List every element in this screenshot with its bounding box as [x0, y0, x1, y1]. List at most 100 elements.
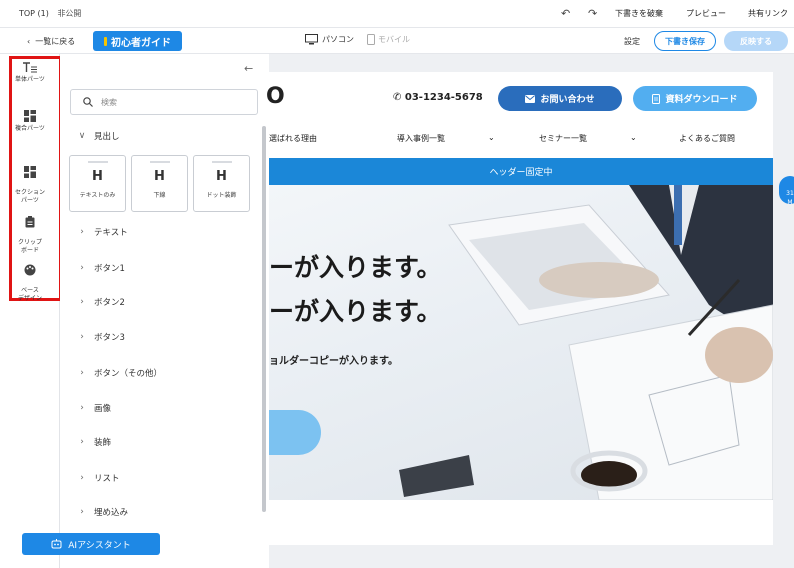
- discard-draft-button[interactable]: 下書きを破棄: [615, 8, 663, 19]
- beginner-guide-button[interactable]: 初心者ガイド: [93, 31, 182, 51]
- chevron-down-icon: ∨: [78, 131, 86, 141]
- chevron-down-icon[interactable]: ⌄: [488, 133, 495, 142]
- phone-number-text: 03-1234-5678: [404, 92, 483, 103]
- panel-scrollbar[interactable]: [262, 126, 266, 512]
- phone-number: ✆ 03-1234-5678: [393, 92, 483, 103]
- category-text[interactable]: › テキスト: [78, 226, 128, 238]
- heading-part-dot-decoration[interactable]: H ドット装飾: [193, 155, 250, 212]
- category-button-other[interactable]: › ボタン（その他）: [78, 367, 162, 379]
- nav-item-case-studies[interactable]: 導入事例一覧: [397, 133, 445, 144]
- search-icon: [83, 97, 93, 107]
- settings-button[interactable]: 設定: [624, 36, 640, 47]
- rail-item-label: セクション パーツ: [14, 189, 45, 204]
- card-caption: 下線: [153, 192, 166, 199]
- search-placeholder: 検索: [101, 97, 117, 107]
- hero-cta-button[interactable]: [269, 410, 321, 455]
- hero-photo-illustration: [399, 185, 773, 500]
- nav-item-seminars[interactable]: セミナー一覧: [539, 133, 587, 144]
- category-label: ボタン2: [94, 298, 125, 308]
- chevron-right-icon: ›: [80, 473, 84, 483]
- back-to-list-label: 一覧に戻る: [35, 37, 76, 46]
- mobile-icon: [367, 34, 375, 45]
- category-heading[interactable]: ∨ 見出し: [78, 130, 120, 142]
- section-icon: [24, 166, 36, 178]
- category-label: 見出し: [94, 132, 120, 142]
- category-button3[interactable]: › ボタン3: [78, 331, 125, 343]
- arrow-left-icon[interactable]: ←: [244, 62, 253, 75]
- rail-item-section-parts[interactable]: セクション パーツ: [10, 158, 50, 205]
- guide-marker-icon: [104, 36, 107, 46]
- ai-assistant-label: AIアシスタント: [68, 540, 131, 551]
- text-parts-icon: [23, 62, 37, 73]
- top-bar: TOP (1) 非公開 ↶ ↷ 下書きを破棄 プレビュー 共有リンク: [0, 0, 794, 27]
- monitor-icon: [305, 34, 318, 45]
- contact-button-label: お問い合わせ: [540, 95, 595, 105]
- chevron-right-icon: ›: [80, 227, 84, 237]
- robot-icon: [51, 539, 62, 549]
- device-pc-label: パソコン: [322, 35, 354, 44]
- card-caption: テキストのみ: [79, 192, 116, 199]
- back-to-list-button[interactable]: ‹ 一覧に戻る: [27, 36, 75, 47]
- heading-part-underline[interactable]: H 下線: [131, 155, 188, 212]
- card-line-decoration: [87, 161, 108, 163]
- redo-icon[interactable]: ↷: [588, 7, 597, 20]
- nav-item-reasons[interactable]: 選ばれる理由: [269, 133, 317, 144]
- chevron-right-icon: ›: [80, 368, 84, 378]
- heading-glyph: H: [92, 169, 103, 184]
- category-button2[interactable]: › ボタン2: [78, 296, 125, 308]
- rail-item-base-design[interactable]: ベース デザイン: [10, 256, 50, 303]
- page-name-label: TOP (1): [19, 9, 49, 18]
- rail-item-label: 単体パーツ: [15, 76, 45, 83]
- card-line-decoration: [211, 161, 232, 163]
- preview-button[interactable]: プレビュー: [686, 8, 726, 19]
- card-caption: ドット装飾: [206, 192, 237, 199]
- rail-item-label: クリップ ボード: [17, 239, 42, 254]
- contact-button[interactable]: お問い合わせ: [498, 86, 622, 111]
- hero-catch-copy-1: ーが入ります。: [269, 253, 442, 282]
- category-label: リスト: [94, 474, 120, 484]
- chevron-down-icon[interactable]: ⌄: [630, 133, 637, 142]
- save-draft-button[interactable]: 下書き保存: [654, 31, 716, 51]
- category-decoration[interactable]: › 装飾: [78, 436, 111, 448]
- chevron-right-icon: ›: [80, 437, 84, 447]
- editor-toolbar: ‹ 一覧に戻る 初心者ガイド パソコン モバイル 設定 下書き保存 反映する: [0, 27, 794, 54]
- category-button1[interactable]: › ボタン1: [78, 262, 125, 274]
- category-image[interactable]: › 画像: [78, 402, 111, 414]
- nav-item-faq[interactable]: よくあるご質問: [679, 133, 735, 144]
- category-label: 埋め込み: [94, 508, 129, 518]
- search-input[interactable]: 検索: [70, 89, 258, 115]
- category-label: 画像: [94, 404, 112, 414]
- rail-item-single-parts[interactable]: 単体パーツ: [10, 62, 50, 84]
- grid-parts-icon: [24, 110, 36, 122]
- document-icon: [652, 93, 661, 104]
- category-list[interactable]: › リスト: [78, 472, 120, 484]
- category-label: テキスト: [94, 228, 128, 238]
- device-mobile-label: モバイル: [378, 35, 410, 44]
- palette-icon: [24, 264, 36, 276]
- download-button-label: 資料ダウンロード: [665, 95, 738, 105]
- rail-item-label: ベース デザイン: [17, 287, 42, 302]
- mail-icon: [525, 94, 536, 103]
- ai-assistant-button[interactable]: AIアシスタント: [22, 533, 160, 555]
- reflect-button[interactable]: 反映する: [724, 31, 788, 51]
- device-pc-tab[interactable]: パソコン: [305, 34, 354, 45]
- undo-icon[interactable]: ↶: [561, 7, 570, 20]
- chevron-right-icon: ›: [80, 263, 84, 273]
- category-label: 装飾: [94, 438, 112, 448]
- share-link-button[interactable]: 共有リンク: [748, 8, 788, 19]
- site-logo: O: [266, 84, 285, 109]
- page-name[interactable]: TOP (1) 非公開: [19, 8, 81, 19]
- heading-part-text-only[interactable]: H テキストのみ: [69, 155, 126, 212]
- phone-icon: ✆: [393, 92, 402, 103]
- download-button[interactable]: 資料ダウンロード: [633, 86, 757, 111]
- rail-item-compound-parts[interactable]: 複合パーツ: [10, 110, 50, 133]
- card-line-decoration: [149, 161, 170, 163]
- heading-glyph: H: [216, 169, 227, 184]
- chevron-right-icon: ›: [80, 403, 84, 413]
- device-mobile-tab[interactable]: モバイル: [367, 34, 410, 45]
- hero-image[interactable]: [269, 185, 773, 500]
- category-embed[interactable]: › 埋め込み: [78, 506, 128, 518]
- edge-badge[interactable]: 31 M: [779, 176, 794, 206]
- rail-item-clipboard[interactable]: クリップ ボード: [10, 208, 50, 255]
- fixed-header-indicator: ヘッダー固定中: [269, 158, 773, 185]
